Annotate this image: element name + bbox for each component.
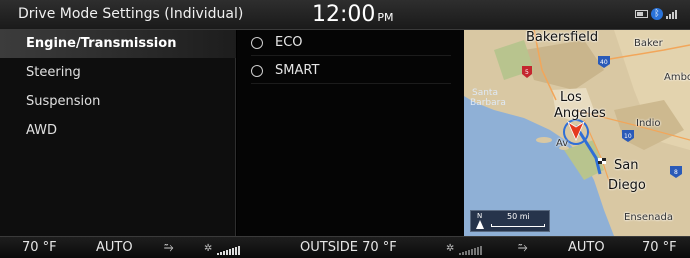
- navigation-map[interactable]: 5 40 10 8 Bakersfield Baker Ambo Santa B…: [464, 30, 690, 236]
- radio-button[interactable]: [251, 65, 263, 77]
- map-label-indio: Indio: [636, 118, 661, 129]
- passenger-auto-mode[interactable]: AUTO: [568, 240, 605, 255]
- settings-menu: Engine/Transmission Steering Suspension …: [0, 30, 236, 236]
- climate-bar: 70 °F AUTO ⥲ ✲ OUTSIDE 70 °F ✲ ⥲ AUTO 70…: [0, 236, 690, 258]
- map-label-barbara: Barbara: [470, 98, 506, 108]
- map-label-baker: Baker: [634, 38, 663, 49]
- option-smart[interactable]: SMART: [251, 58, 451, 84]
- clock: 12:00 PM: [312, 2, 394, 27]
- battery-icon: [635, 10, 648, 18]
- menu-item-suspension[interactable]: Suspension: [0, 88, 236, 116]
- map-label-los: Los: [560, 90, 582, 105]
- menu-item-awd[interactable]: AWD: [0, 117, 236, 145]
- option-label: SMART: [275, 63, 320, 78]
- menu-item-engine-transmission[interactable]: Engine/Transmission: [0, 30, 236, 58]
- bluetooth-icon: ᛒ: [651, 8, 663, 20]
- fan-speed-right[interactable]: ✲: [446, 240, 485, 255]
- status-icons: ᛒ: [635, 8, 680, 20]
- scale-bar: [491, 224, 545, 227]
- header-bar: Drive Mode Settings (Individual) 12:00 PM…: [0, 0, 690, 30]
- fan-level-bars: [458, 246, 482, 255]
- passenger-temperature[interactable]: 70 °F: [642, 240, 677, 255]
- map-label-san: San: [614, 158, 639, 173]
- fan-icon: ✲: [204, 243, 213, 254]
- north-label: N: [477, 212, 483, 220]
- airflow-icon[interactable]: ⥲: [164, 240, 174, 255]
- fan-icon: ✲: [446, 243, 455, 254]
- menu-item-steering[interactable]: Steering: [0, 59, 236, 87]
- clock-ampm: PM: [377, 11, 394, 24]
- options-panel: ECO SMART: [237, 30, 464, 236]
- signal-icon: [666, 10, 677, 19]
- map-label-ambo: Ambo: [664, 72, 690, 83]
- map-label-bakersfield: Bakersfield: [526, 30, 599, 45]
- scale-distance: 50 mi: [507, 212, 530, 221]
- north-arrow-icon: [476, 220, 484, 229]
- clock-time: 12:00: [312, 2, 376, 27]
- driver-auto-mode[interactable]: AUTO: [96, 240, 133, 255]
- svg-text:40: 40: [600, 59, 608, 66]
- svg-text:5: 5: [525, 69, 529, 76]
- fan-speed-left[interactable]: ✲: [204, 240, 243, 255]
- map-label-diego: Diego: [608, 178, 646, 193]
- outside-temperature: OUTSIDE 70 °F: [300, 240, 397, 255]
- svg-text:8: 8: [674, 169, 678, 176]
- airflow-icon[interactable]: ⥲: [518, 240, 528, 255]
- map-label-angeles: Angeles: [554, 106, 606, 121]
- svg-text:10: 10: [624, 133, 632, 140]
- page-title: Drive Mode Settings (Individual): [18, 6, 244, 22]
- map-label-santa: Santa: [472, 88, 498, 98]
- map-label-av: Av: [556, 138, 569, 149]
- map-label-ensenada: Ensenada: [624, 212, 673, 223]
- option-eco[interactable]: ECO: [251, 30, 451, 56]
- driver-temperature[interactable]: 70 °F: [22, 240, 57, 255]
- fan-level-bars: [216, 246, 240, 255]
- map-graphic: 5 40 10 8: [464, 30, 690, 236]
- option-label: ECO: [275, 35, 303, 50]
- radio-button[interactable]: [251, 37, 263, 49]
- map-scale: N 50 mi: [470, 210, 550, 232]
